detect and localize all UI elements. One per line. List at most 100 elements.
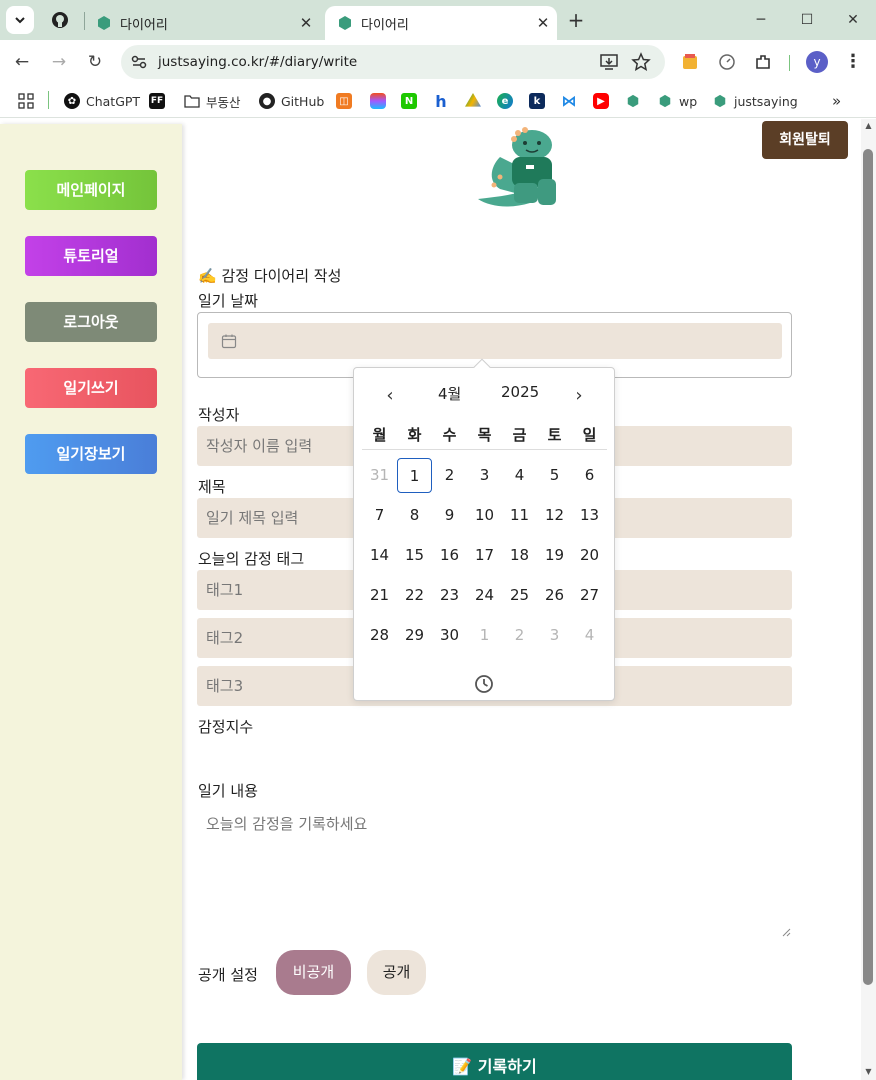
private-toggle-button[interactable]: 비공개 (276, 950, 351, 995)
scrollbar-thumb[interactable] (863, 149, 873, 985)
calendar-day[interactable]: 15 (397, 538, 432, 573)
calendar-day[interactable]: 21 (362, 578, 397, 613)
address-bar[interactable]: justsaying.co.kr/#/diary/write (121, 45, 665, 79)
calendar-day[interactable]: 25 (502, 578, 537, 613)
date-input[interactable] (208, 323, 782, 359)
bookmark-chatgpt[interactable]: ✿ ChatGPT (64, 90, 140, 112)
public-toggle-button[interactable]: 공개 (367, 950, 426, 995)
calendar-day[interactable]: 11 (502, 498, 537, 533)
calendar-day[interactable]: 16 (432, 538, 467, 573)
calendar-day[interactable]: 30 (432, 618, 467, 653)
tab-diary-2[interactable]: 다이어리 ✕ (325, 6, 557, 40)
calendar-day[interactable]: 28 (362, 618, 397, 653)
bookmark-naver[interactable]: N (401, 90, 423, 112)
weekday-label: 화 (407, 426, 422, 444)
apps-grid-icon[interactable] (18, 90, 34, 112)
bookmark-justsaying[interactable]: justsaying (712, 90, 798, 112)
calendar-day[interactable]: 23 (432, 578, 467, 613)
prev-month-chevron-icon[interactable]: ‹ (378, 384, 402, 408)
calendar-day-today[interactable]: 1 (397, 458, 432, 493)
calendar-day[interactable]: 12 (537, 498, 572, 533)
bookmark-edge[interactable]: e (497, 90, 519, 112)
calendar-day[interactable]: 29 (397, 618, 432, 653)
install-app-icon[interactable] (599, 52, 619, 72)
year-select[interactable]: 2025 (501, 383, 539, 401)
bookmark-orange[interactable]: ◫ (336, 90, 358, 112)
calendar-day[interactable]: 2 (432, 458, 467, 493)
bookmark-wp[interactable]: wp (657, 90, 697, 112)
calendar-day[interactable]: 17 (467, 538, 502, 573)
new-tab-button[interactable]: + (562, 6, 590, 34)
folder-icon (184, 93, 200, 109)
extensions-puzzle-icon[interactable] (753, 52, 773, 72)
content-textarea[interactable]: 오늘의 감정을 기록하세요 (197, 804, 792, 938)
github-icon: ● (259, 93, 275, 109)
close-icon[interactable]: ✕ (529, 14, 557, 32)
withdraw-button[interactable]: 회원탈퇴 (762, 121, 848, 159)
bookmark-vscode[interactable]: ⋈ (561, 90, 583, 112)
window-close-button[interactable]: ✕ (830, 0, 876, 40)
calendar-day[interactable]: 7 (362, 498, 397, 533)
sidebar-item-view-diary[interactable]: 일기장보기 (25, 434, 157, 474)
profile-avatar[interactable]: y (806, 51, 828, 73)
calendar-day[interactable]: 9 (432, 498, 467, 533)
calendar-day[interactable]: 24 (467, 578, 502, 613)
calendar-day[interactable]: 22 (397, 578, 432, 613)
scroll-up-arrow-icon[interactable]: ▲ (861, 119, 876, 133)
bookmark-drive[interactable] (465, 90, 487, 112)
minimize-button[interactable]: ─ (738, 0, 784, 40)
scroll-down-arrow-icon[interactable]: ▼ (861, 1065, 876, 1079)
calendar-day[interactable]: 6 (572, 458, 607, 493)
github-pinned-tab-icon[interactable] (50, 10, 70, 30)
bookmark-ff[interactable]: FF (149, 90, 171, 112)
month-select[interactable]: 4월 (438, 383, 461, 404)
calendar-day[interactable]: 26 (537, 578, 572, 613)
forward-button[interactable]: → (45, 48, 73, 76)
next-month-chevron-icon[interactable]: › (567, 384, 591, 408)
bookmark-star-icon[interactable] (631, 52, 651, 72)
calendar-day[interactable]: 8 (397, 498, 432, 533)
tab-search-button[interactable] (6, 6, 34, 34)
calendar-day[interactable]: 1 (467, 618, 502, 653)
submit-diary-button[interactable]: 📝 기록하기 (197, 1043, 792, 1080)
bookmark-k[interactable]: k (529, 90, 551, 112)
sidebar-item-main[interactable]: 메인페이지 (25, 170, 157, 210)
bookmark-folder-realestate[interactable]: 부동산 (184, 90, 241, 112)
more-bookmarks-chevron-icon[interactable]: » (832, 90, 841, 112)
resize-handle-icon[interactable] (781, 927, 791, 937)
timer-extension-icon[interactable] (717, 52, 737, 72)
bookmark-figma[interactable] (370, 90, 392, 112)
calendar-day[interactable]: 18 (502, 538, 537, 573)
bookmark-dino[interactable] (625, 90, 647, 112)
calendar-day[interactable]: 3 (537, 618, 572, 653)
more-menu-icon[interactable]: ⋮ (844, 50, 862, 74)
back-button[interactable]: ← (8, 48, 36, 76)
bookmark-youtube[interactable]: ▶ (593, 90, 615, 112)
calendar-day[interactable]: 10 (467, 498, 502, 533)
bookmark-github[interactable]: ● GitHub (259, 90, 324, 112)
calendar-day[interactable]: 27 (572, 578, 607, 613)
reload-button[interactable]: ↻ (81, 48, 109, 76)
calendar-day[interactable]: 4 (502, 458, 537, 493)
calendar-day[interactable]: 3 (467, 458, 502, 493)
sidebar-item-write[interactable]: 일기쓰기 (25, 368, 157, 408)
calendar-day[interactable]: 31 (362, 458, 397, 493)
tab-diary-1[interactable]: 다이어리 ✕ (84, 6, 320, 40)
bookmark-h[interactable]: h (433, 90, 455, 112)
calendar-day[interactable]: 20 (572, 538, 607, 573)
close-icon[interactable]: ✕ (292, 14, 320, 32)
site-info-icon[interactable] (129, 52, 149, 72)
calendar-day[interactable]: 19 (537, 538, 572, 573)
sidebar-item-tutorial[interactable]: 튜토리얼 (25, 236, 157, 276)
bookmark-label: wp (679, 93, 698, 109)
sidebar-item-logout[interactable]: 로그아웃 (25, 302, 157, 342)
time-picker-clock-icon[interactable] (474, 674, 494, 694)
dino-favicon-icon (98, 16, 110, 30)
calendar-day[interactable]: 13 (572, 498, 607, 533)
maximize-button[interactable]: ☐ (784, 0, 830, 40)
calendar-day[interactable]: 4 (572, 618, 607, 653)
notes-extension-icon[interactable] (680, 52, 700, 72)
calendar-day[interactable]: 14 (362, 538, 397, 573)
calendar-day[interactable]: 2 (502, 618, 537, 653)
calendar-day[interactable]: 5 (537, 458, 572, 493)
